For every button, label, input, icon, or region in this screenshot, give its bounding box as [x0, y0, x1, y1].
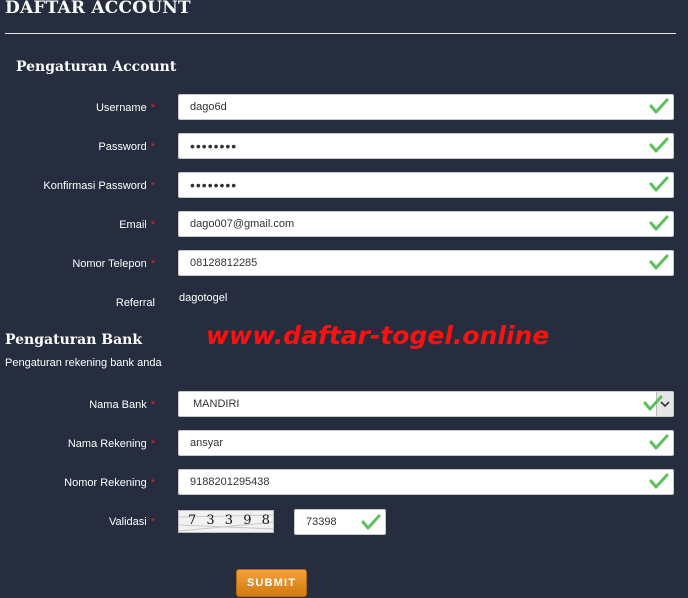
bank-name-label: Nama Bank *: [89, 399, 155, 411]
check-icon: [649, 254, 669, 270]
account-section-title: Pengaturan Account: [16, 59, 177, 75]
password-input[interactable]: ••••••••: [178, 133, 674, 159]
required-mark: *: [150, 219, 155, 231]
title-divider: [5, 33, 676, 34]
email-input[interactable]: dago007@gmail.com: [178, 211, 674, 237]
email-row: Email * dago007@gmail.com: [0, 211, 688, 239]
account-name-label: Nama Rekening *: [67, 438, 155, 450]
required-mark: *: [150, 258, 155, 270]
check-icon: [649, 434, 669, 450]
required-mark: *: [150, 438, 155, 450]
check-icon: [649, 215, 669, 231]
check-icon: [643, 395, 663, 411]
bank-name-value: MANDIRI: [193, 398, 240, 410]
captcha-input[interactable]: 73398: [294, 509, 386, 535]
bank-section-title: Pengaturan Bank: [5, 332, 143, 348]
check-icon: [361, 514, 381, 530]
email-value: dago007@gmail.com: [190, 218, 295, 230]
confirm-password-row: Konfirmasi Password * ••••••••: [0, 172, 688, 200]
confirm-password-label: Konfirmasi Password *: [43, 180, 155, 192]
bank-name-select[interactable]: MANDIRI: [178, 391, 674, 417]
account-name-value: ansyar: [190, 437, 224, 449]
check-icon: [649, 137, 669, 153]
username-value: dago6d: [190, 101, 227, 113]
account-number-value: 9188201295438: [190, 476, 270, 488]
account-name-input[interactable]: ansyar: [178, 430, 674, 456]
account-number-row: Nomor Rekening * 9188201295438: [0, 469, 688, 497]
username-label: Username *: [95, 102, 155, 114]
captcha-image: 7 3 3 9 8: [178, 510, 274, 533]
bank-name-row: Nama Bank * MANDIRI: [0, 391, 688, 419]
required-mark: *: [150, 477, 155, 489]
confirm-password-input[interactable]: ••••••••: [178, 172, 674, 198]
referral-label: Referral: [115, 297, 155, 309]
check-icon: [649, 98, 669, 114]
validation-label: Validasi *: [109, 516, 155, 528]
password-row: Password * ••••••••: [0, 133, 688, 161]
account-number-label: Nomor Rekening *: [64, 477, 155, 489]
page-title: DAFTAR ACCOUNT: [5, 0, 191, 18]
username-input[interactable]: dago6d: [178, 94, 674, 120]
account-name-row: Nama Rekening * ansyar: [0, 430, 688, 458]
bank-section-subtitle: Pengaturan rekening bank anda: [5, 357, 162, 369]
submit-button[interactable]: SUBMIT: [236, 569, 307, 597]
required-mark: *: [150, 102, 155, 114]
check-icon: [649, 473, 669, 489]
phone-row: Nomor Telepon * 08128812285: [0, 250, 688, 278]
referral-value: dagotogel: [179, 292, 228, 304]
required-mark: *: [150, 141, 155, 153]
phone-value: 08128812285: [190, 257, 258, 269]
account-number-input[interactable]: 9188201295438: [178, 469, 674, 495]
email-label: Email *: [119, 219, 155, 231]
required-mark: *: [150, 180, 155, 192]
password-value: ••••••••: [190, 138, 238, 154]
captcha-value: 73398: [306, 516, 337, 528]
captcha-text: 7 3 3 9 8: [188, 513, 273, 528]
password-label: Password *: [98, 141, 155, 153]
required-mark: *: [150, 399, 155, 411]
confirm-password-value: ••••••••: [190, 177, 238, 193]
username-row: Username * dago6d: [0, 94, 688, 122]
referral-row: Referral dagotogel: [0, 289, 688, 317]
phone-label: Nomor Telepon *: [72, 258, 155, 270]
watermark-text: www.daftar-togel.online: [206, 321, 550, 350]
check-icon: [649, 176, 669, 192]
required-mark: *: [150, 516, 155, 528]
phone-input[interactable]: 08128812285: [178, 250, 674, 276]
